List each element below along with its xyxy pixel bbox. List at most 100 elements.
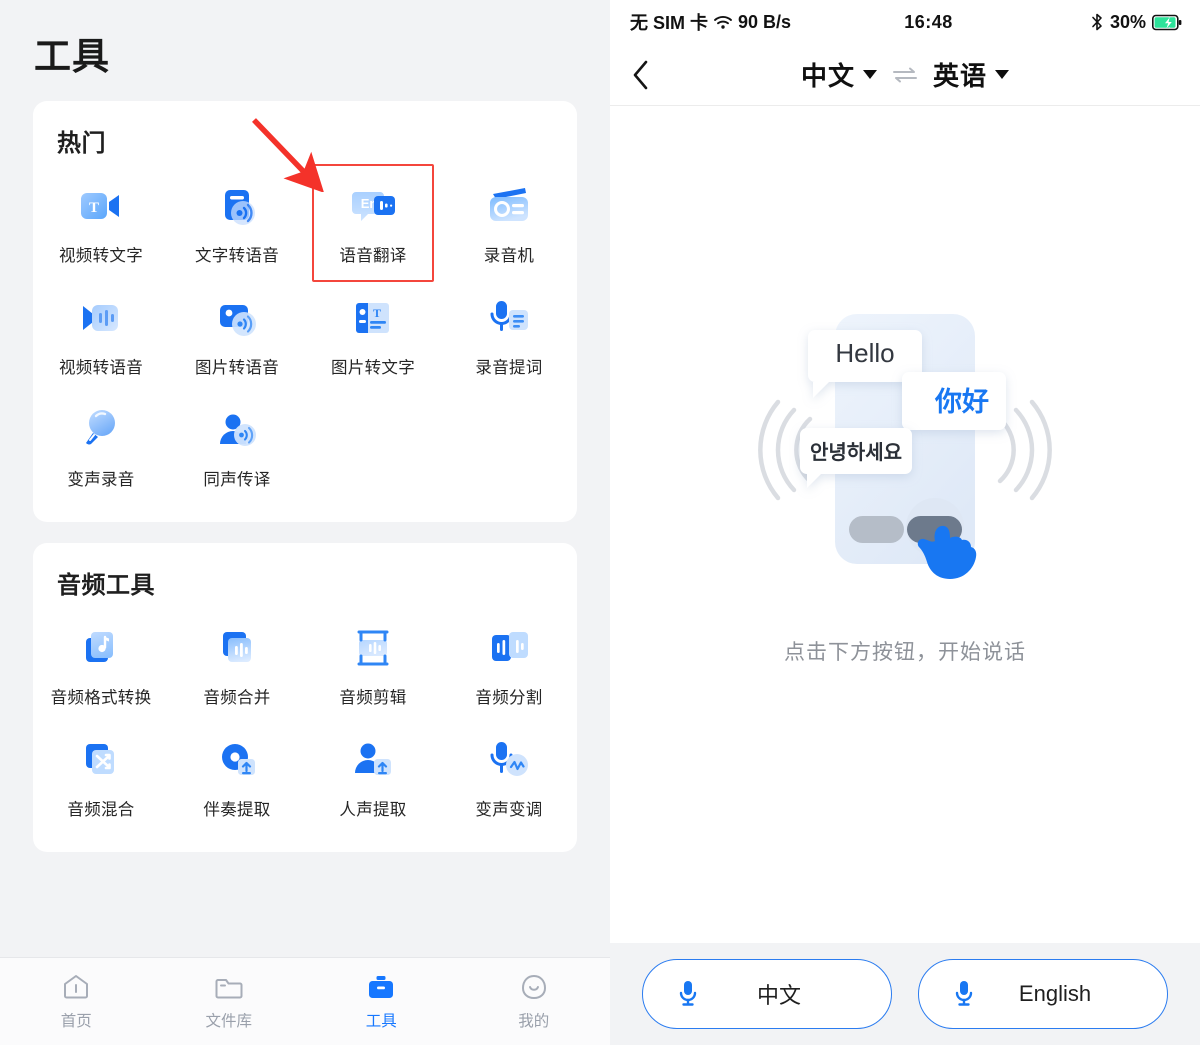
tool-item-voice-change-record[interactable]: 变声录音	[33, 392, 169, 496]
tools-scroll-area: 热门 T 视频转文字 文字转语音 En 语音翻译 录音机 视频转语音 图片转语音…	[0, 80, 610, 957]
battery-charging-icon	[1152, 14, 1182, 30]
tool-item-video-to-speech[interactable]: 视频转语音	[33, 280, 169, 384]
tool-item-image-to-text[interactable]: T 图片转文字	[305, 280, 441, 384]
tool-item-audio-format-convert[interactable]: 音频格式转换	[33, 610, 169, 714]
vocal-extract-icon	[347, 736, 399, 784]
video-to-text-icon: T	[75, 182, 127, 230]
audio-format-convert-icon	[75, 624, 127, 672]
microphone-icon	[953, 979, 975, 1009]
tool-label: 音频剪辑	[339, 689, 407, 707]
tab-tools[interactable]: 工具	[305, 972, 458, 1031]
text-to-speech-icon	[211, 182, 263, 230]
tool-item-accompaniment-extract[interactable]: 伴奏提取	[169, 722, 305, 826]
mic-button-english[interactable]: English	[918, 959, 1168, 1029]
tool-label: 音频混合	[67, 801, 135, 819]
bubble-text-ko: 안녕하세요	[810, 440, 902, 464]
status-left: 无 SIM 卡 90 B/s	[630, 9, 791, 35]
page-title: 工具	[34, 36, 110, 77]
section-card-audio: 音频工具 音频格式转换 音频合并 音频剪辑 音频分割 音频混合 伴奏提取 人声提…	[33, 543, 577, 852]
status-time: 16:48	[904, 11, 953, 32]
audio-mix-icon	[75, 736, 127, 784]
swap-arrows-icon[interactable]	[891, 65, 919, 85]
chevron-down-icon	[863, 70, 877, 79]
section-card-hot: 热门 T 视频转文字 文字转语音 En 语音翻译 录音机 视频转语音 图片转语音…	[33, 101, 577, 522]
voice-change-record-icon	[75, 406, 127, 454]
source-language-label: 中文	[800, 61, 855, 91]
profile-icon	[521, 974, 546, 1000]
status-right: 30%	[1090, 12, 1182, 33]
source-language-selector[interactable]: 中文	[801, 56, 877, 93]
translation-illustration: Hello 你好 안녕하세요	[750, 313, 1060, 604]
tool-item-vocal-extract[interactable]: 人声提取	[305, 722, 441, 826]
tool-item-audio-trim[interactable]: 音频剪辑	[305, 610, 441, 714]
recording-teleprompter-icon	[483, 294, 535, 342]
tool-item-image-to-speech[interactable]: 图片转语音	[169, 280, 305, 384]
tool-item-text-to-speech[interactable]: 文字转语音	[169, 168, 305, 272]
bottom-tabbar: 首页 文件库 工具 我的	[0, 957, 610, 1045]
tab-label: 文件库	[205, 1013, 252, 1030]
tool-label: 人声提取	[339, 801, 407, 819]
tool-item-recording-teleprompter[interactable]: 录音提词	[441, 280, 577, 384]
translate-navbar: 中文 英语	[610, 44, 1200, 106]
tool-item-audio-split[interactable]: 音频分割	[441, 610, 577, 714]
bubble-text-en: Hello	[835, 338, 894, 368]
image-to-speech-icon	[211, 294, 263, 342]
tool-label: 同声传译	[203, 471, 271, 489]
tool-label: 图片转语音	[195, 359, 279, 377]
recorder-icon	[483, 182, 535, 230]
tool-item-voice-translate[interactable]: En 语音翻译	[305, 164, 441, 282]
hint-text: 点击下方按钮，开始说话	[784, 640, 1026, 664]
bubble-text-zh: 你好	[934, 387, 989, 417]
voice-translate-page: 无 SIM 卡 90 B/s 16:48 30% 中文 英语 Hello 你好 …	[610, 0, 1200, 1045]
tool-label: 视频转文字	[59, 247, 143, 265]
tool-label: 变声变调	[475, 801, 543, 819]
chevron-down-icon	[995, 70, 1010, 79]
mic-button-bar: 中文 English	[610, 943, 1200, 1045]
mic-button-chinese[interactable]: 中文	[642, 959, 892, 1029]
tab-label: 我的	[518, 1013, 550, 1030]
tool-label: 文字转语音	[195, 247, 279, 265]
target-language-label: 英语	[933, 61, 988, 91]
toolbox-icon	[369, 976, 394, 998]
tool-item-audio-merge[interactable]: 音频合并	[169, 610, 305, 714]
section-title-hot: 热门	[57, 130, 106, 157]
tool-item-video-to-text[interactable]: T 视频转文字	[33, 168, 169, 272]
microphone-icon	[677, 979, 699, 1009]
back-button[interactable]	[630, 58, 670, 92]
tool-label: 视频转语音	[59, 359, 143, 377]
tab-label: 工具	[365, 1013, 397, 1030]
video-to-speech-icon	[75, 294, 127, 342]
bluetooth-icon	[1092, 13, 1102, 31]
tool-label: 音频格式转换	[50, 689, 152, 707]
tool-label: 图片转文字	[331, 359, 415, 377]
tool-label: 变声录音	[67, 471, 135, 489]
tool-label: 音频合并	[203, 689, 271, 707]
tab-home[interactable]: 首页	[0, 972, 153, 1031]
tab-label: 首页	[60, 1013, 92, 1030]
chevron-left-icon	[633, 60, 648, 89]
svg-text:T: T	[89, 200, 99, 216]
tab-files[interactable]: 文件库	[153, 972, 306, 1031]
voice-translate-icon: En	[347, 182, 399, 230]
status-bar: 无 SIM 卡 90 B/s 16:48 30%	[610, 0, 1200, 44]
image-to-text-icon: T	[347, 294, 399, 342]
accompaniment-extract-icon	[211, 736, 263, 784]
tool-item-recorder[interactable]: 录音机	[441, 168, 577, 272]
translate-empty-state: Hello 你好 안녕하세요 点击下方按钮，开始说话	[610, 106, 1200, 943]
audio-merge-icon	[211, 624, 263, 672]
tool-label: 录音机	[483, 247, 535, 265]
carrier-label: 无 SIM 卡	[630, 13, 709, 33]
target-language-selector[interactable]: 英语	[933, 56, 1010, 93]
audio-split-icon	[483, 624, 535, 672]
tool-label: 音频分割	[475, 689, 543, 707]
tool-grid-audio: 音频格式转换 音频合并 音频剪辑 音频分割 音频混合 伴奏提取 人声提取 变声变…	[33, 610, 577, 826]
folder-icon	[215, 979, 243, 999]
tool-item-simultaneous-interpretation[interactable]: 同声传译	[169, 392, 305, 496]
tool-label: 语音翻译	[339, 247, 407, 265]
tool-item-audio-mix[interactable]: 音频混合	[33, 722, 169, 826]
simultaneous-interpretation-icon	[211, 406, 263, 454]
audio-trim-icon	[347, 624, 399, 672]
tab-profile[interactable]: 我的	[458, 972, 611, 1031]
tool-item-pitch-shift[interactable]: 变声变调	[441, 722, 577, 826]
network-speed-label: 90 B/s	[738, 11, 792, 32]
